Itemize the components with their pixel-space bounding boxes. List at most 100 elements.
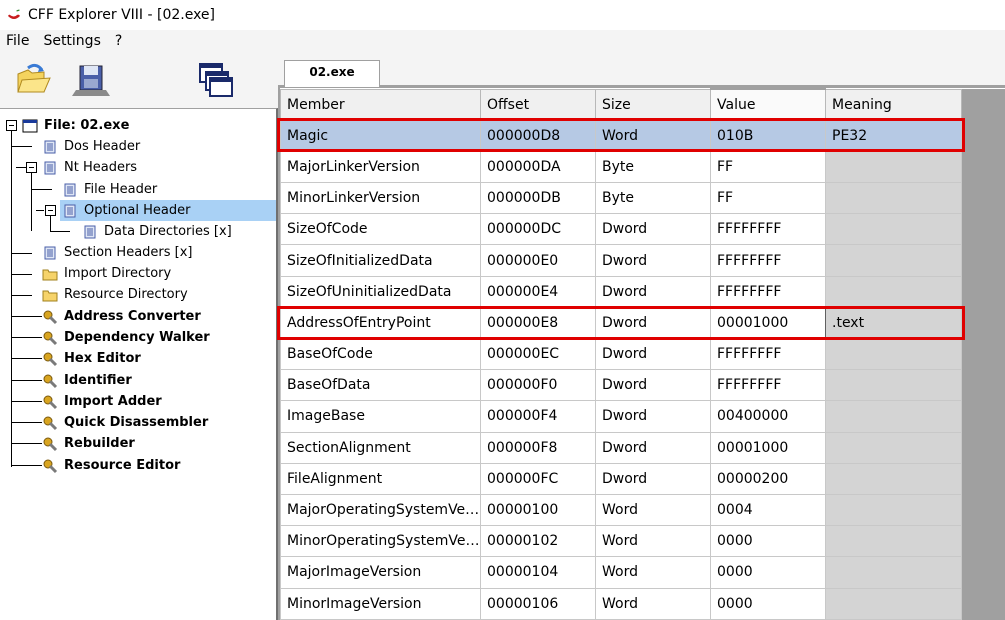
tree-item-label: Data Directories [x] [104,224,232,239]
cell-member: MajorLinkerVersion [280,150,481,184]
tree-item-label: Dos Header [64,139,141,154]
open-button[interactable] [14,60,54,100]
menu-file[interactable]: File [0,33,37,49]
tree-item-label: Identifier [64,373,132,388]
table-row[interactable]: MinorImageVersion 00000106 Word 0000 [280,587,1005,620]
windows-button[interactable] [196,60,236,100]
cell-offset: 000000DA [480,150,596,184]
cell-member: BaseOfCode [280,337,481,371]
tree-item-resource-editor[interactable]: Resource Editor [42,455,182,476]
cell-value[interactable]: 00400000 [710,400,826,433]
cell-member: ImageBase [280,400,481,433]
optional-header-table: Member Offset Size Value Meaning Magic 00… [280,87,1005,620]
column-header-offset[interactable]: Offset [480,88,596,121]
cell-size: Dword [595,400,711,433]
table-row[interactable]: MajorOperatingSystemVersion 00000100 Word 0… [280,493,1005,527]
table-row[interactable]: BaseOfData 000000F0 Dword FFFFFFFF [280,369,1005,402]
cell-value[interactable]: FFFFFFFF [710,213,826,246]
tree-item-file[interactable]: File: 02.exe [22,115,131,136]
menu-settings[interactable]: Settings [37,33,108,49]
cell-member: MinorLinkerVersion [280,182,481,215]
tree-item-label: Quick Disassembler [64,415,209,430]
table-row[interactable]: MajorLinkerVersion 000000DA Byte FF [280,150,1005,184]
column-header-meaning[interactable]: Meaning [825,88,962,121]
cell-member: MinorOperatingSystemVersion [280,525,481,558]
column-header-value[interactable]: Value [710,87,826,121]
tree-item-data-directories[interactable]: Data Directories [x] [82,221,234,242]
cell-value[interactable]: 0000 [710,556,826,589]
cell-offset: 000000EC [480,337,596,371]
column-header-size[interactable]: Size [595,88,711,121]
table-row[interactable]: FileAlignment 000000FC Dword 00000200 [280,462,1005,495]
tree-item-label: Hex Editor [64,351,141,366]
collapse-toggle-file[interactable] [6,120,17,131]
column-header-member[interactable]: Member [280,88,481,121]
cell-offset: 000000D8 [480,119,596,152]
cell-filler [961,213,1005,246]
document-icon [44,161,56,174]
document-icon [44,246,56,259]
collapse-toggle-nt-headers[interactable] [26,162,37,173]
tree-item-quick-disassembler[interactable]: Quick Disassembler [42,412,210,433]
save-button[interactable] [72,60,112,100]
cell-size: Word [595,556,711,589]
tree-item-identifier[interactable]: Identifier [42,370,134,391]
cell-member: MajorOperatingSystemVersion [280,493,481,527]
tree-item-nt-headers[interactable]: Nt Headers [42,157,139,178]
cell-meaning [825,182,962,215]
menu-bar: File Settings ? [0,30,1005,52]
tree-item-rebuilder[interactable]: Rebuilder [42,433,137,454]
cell-value[interactable]: 00000200 [710,462,826,495]
cell-value[interactable]: 0000 [710,587,826,620]
tree-item-dependency-walker[interactable]: Dependency Walker [42,327,212,348]
cell-value[interactable]: FF [710,182,826,215]
tree-item-optional-header[interactable]: Optional Header [60,200,276,221]
table-row[interactable]: SizeOfCode 000000DC Dword FFFFFFFF [280,213,1005,246]
tree-item-file-header[interactable]: File Header [62,179,159,200]
cell-member: SizeOfInitializedData [280,244,481,277]
table-row[interactable]: MajorImageVersion 00000104 Word 0000 [280,556,1005,589]
table-row[interactable]: BaseOfCode 000000EC Dword FFFFFFFF [280,337,1005,371]
cell-member: Magic [280,119,481,152]
tree-panel: File: 02.exe Dos Header Nt Headers File … [0,108,278,620]
cell-value[interactable]: 0004 [710,493,826,527]
cell-size: Dword [595,369,711,402]
tree-item-dos-header[interactable]: Dos Header [42,136,142,157]
tree-item-resource-directory[interactable]: Resource Directory [42,284,190,305]
title-bar: CFF Explorer VIII - [02.exe] [0,0,1005,30]
cell-value[interactable]: FFFFFFFF [710,244,826,277]
tree-item-import-directory[interactable]: Import Directory [42,263,173,284]
table-row[interactable]: MinorOperatingSystemVersion 00000102 Word 0… [280,525,1005,558]
cell-value[interactable]: 00001000 [710,431,826,464]
table-row[interactable]: MinorLinkerVersion 000000DB Byte FF [280,182,1005,215]
tab-02exe[interactable]: 02.exe [284,60,380,87]
cell-meaning [825,462,962,495]
table-row[interactable]: ImageBase 000000F4 Dword 00400000 [280,400,1005,433]
table-row[interactable]: SectionAlignment 000000F8 Dword 00001000 [280,431,1005,464]
tool-icon [43,437,58,451]
cell-value[interactable]: 00001000 [710,306,826,340]
cell-value[interactable]: FF [710,150,826,184]
table-row[interactable]: SizeOfInitializedData 000000E0 Dword FFFFFF… [280,244,1005,277]
window-title: CFF Explorer VIII - [02.exe] [28,7,216,23]
cell-value[interactable]: FFFFFFFF [710,369,826,402]
content-panel: 02.exe Member Offset Size Value Meaning … [277,52,1005,620]
tree-item-section-headers[interactable]: Section Headers [x] [42,242,195,263]
cell-meaning [825,213,962,246]
cell-value[interactable]: FFFFFFFF [710,337,826,371]
cell-value[interactable]: 0000 [710,525,826,558]
cell-value[interactable]: FFFFFFFF [710,275,826,308]
tree-item-hex-editor[interactable]: Hex Editor [42,348,143,369]
tree-item-import-adder[interactable]: Import Adder [42,391,164,412]
collapse-toggle-optional-header[interactable] [45,205,56,216]
table-row[interactable]: AddressOfEntryPoint 000000E8 Dword 00001000… [280,306,1005,340]
table-row[interactable]: SizeOfUninitializedData 000000E4 Dword FFFF… [280,275,1005,308]
cell-value[interactable]: 010B [710,119,826,152]
cell-meaning [825,337,962,371]
cell-offset: 000000DB [480,182,596,215]
tree-item-address-converter[interactable]: Address Converter [42,306,203,327]
table-row[interactable]: Magic 000000D8 Word 010B PE32 [280,119,1005,152]
windows-icon [199,63,233,97]
cell-member: BaseOfData [280,369,481,402]
menu-help[interactable]: ? [109,33,130,49]
